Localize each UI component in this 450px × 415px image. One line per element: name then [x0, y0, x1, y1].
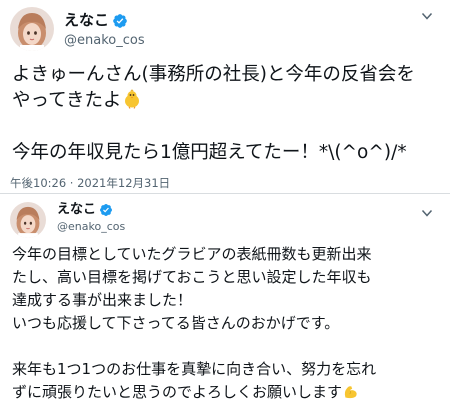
text-line: 今年の目標としていたグラビアの表紙冊数も更新出来	[12, 245, 372, 263]
tweet-card-1: えなこ @enako_cos よきゅーんさん(事務所の社長)と今年の反省会を や…	[0, 0, 450, 194]
display-name[interactable]: えなこ	[57, 202, 96, 218]
verified-badge-icon	[100, 204, 112, 216]
text-line: 達成する事が出来ました！	[12, 291, 193, 309]
verified-badge-icon	[113, 13, 127, 28]
display-name[interactable]: えなこ	[64, 11, 109, 30]
tweet-text: よきゅーんさん(事務所の社長)と今年の反省会を やってきたよ 今年の年収見たら1…	[12, 62, 440, 166]
handle[interactable]: @enako_cos	[64, 32, 145, 50]
flexed-biceps-emoji	[344, 386, 357, 399]
avatar[interactable]	[10, 7, 54, 51]
text-line: いつも応援して下さってる皆さんのおかげです。	[12, 314, 340, 332]
text-line: よきゅーんさん(事務所の社長)と今年の反省会を	[12, 64, 415, 85]
tweet-header: えなこ @enako_cos	[10, 7, 145, 51]
chick-emoji	[124, 89, 139, 109]
chevron-down-icon[interactable]	[420, 206, 434, 220]
chevron-down-icon[interactable]	[420, 9, 434, 23]
text-line: たし、高い目標を掲げておこうと思い設定した年収も	[12, 268, 372, 286]
text-line: 来年も1つ1つのお仕事を真摯に向き合い、努力を忘れ	[12, 360, 377, 378]
tweet-card-2: えなこ @enako_cos 今年の目標としていたグラビアの表紙冊数も更新出来 …	[0, 194, 450, 415]
text-line: 今年の年収見たら1億円超えてたー！*\(^o^)/*	[12, 142, 407, 163]
text-line: やってきたよ	[12, 90, 122, 111]
tweet-header: えなこ @enako_cos	[10, 200, 125, 238]
avatar[interactable]	[10, 202, 46, 238]
text-line: ずに頑張りたいと思うのでよろしくお願いします	[12, 383, 343, 401]
handle[interactable]: @enako_cos	[57, 219, 125, 234]
tweet-text: 今年の目標としていたグラビアの表紙冊数も更新出来 たし、高い目標を掲げておこうと…	[12, 243, 440, 404]
timestamp[interactable]: 午後10:26 · 2021年12月31日	[10, 176, 170, 190]
